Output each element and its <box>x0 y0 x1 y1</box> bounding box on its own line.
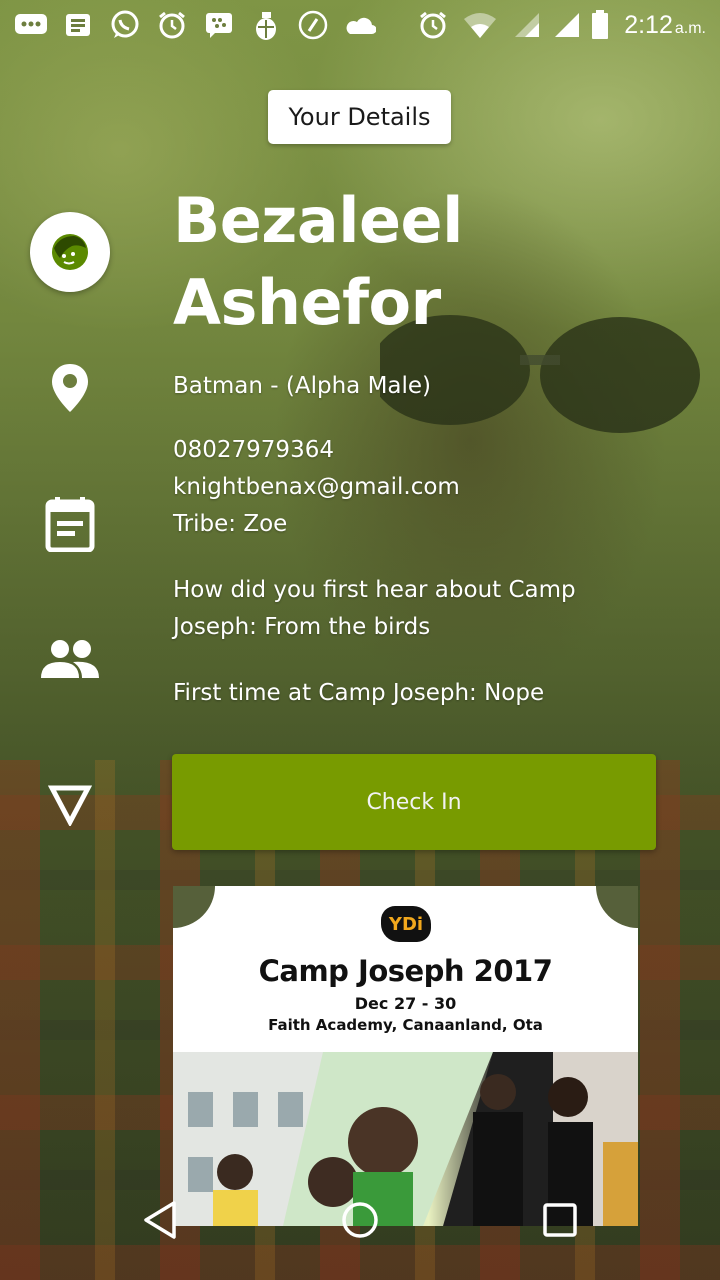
cloud-icon <box>343 10 377 40</box>
phone-text: 08027979364 <box>173 437 334 463</box>
wifi-icon <box>463 10 497 40</box>
ticket-venue: Faith Academy, Canaanland, Ota <box>268 1016 543 1034</box>
recents-icon <box>543 1203 577 1237</box>
alarm-icon <box>416 10 450 40</box>
check-in-button[interactable]: Check In <box>172 754 656 850</box>
rail-item-group[interactable] <box>30 638 110 680</box>
signal-icon <box>550 10 584 40</box>
location-pin-icon <box>52 364 88 412</box>
avatar-icon <box>52 234 88 270</box>
email-text: knightbenax@gmail.com <box>173 474 460 500</box>
battery-icon <box>590 10 610 40</box>
ticket-title: Camp Joseph 2017 <box>258 954 553 988</box>
clock: 2:12 a.m. <box>624 10 706 39</box>
ticket-dates: Dec 27 - 30 <box>354 994 457 1013</box>
rail-item-location[interactable] <box>30 362 110 414</box>
heard-about-text: How did you first hear about Camp Joseph… <box>173 577 576 640</box>
last-name: Ashefor <box>173 266 441 339</box>
first-time-text: First time at Camp Joseph: Nope <box>173 680 545 706</box>
rail-item-event[interactable] <box>30 496 110 552</box>
back-icon <box>144 1201 176 1239</box>
back-button[interactable] <box>140 1200 180 1240</box>
ticket-notch-left <box>173 886 215 928</box>
status-bar: 2:12 a.m. <box>0 0 720 50</box>
rail-item-more[interactable] <box>30 784 110 826</box>
people-icon <box>41 640 99 678</box>
profile-details: Bezaleel Ashefor Batman - (Alpha Male) 0… <box>173 180 673 712</box>
recents-button[interactable] <box>540 1200 580 1240</box>
ydi-logo: YDi <box>381 906 431 942</box>
bbm-icon <box>202 10 236 40</box>
first-name: Bezaleel <box>173 184 463 257</box>
rail-item-profile[interactable] <box>30 212 110 292</box>
news-icon <box>61 10 95 40</box>
ticket-notch-right <box>596 886 638 928</box>
event-ticket: YDi Camp Joseph 2017 Dec 27 - 30 Faith A… <box>173 886 638 1226</box>
avatar[interactable] <box>30 212 110 292</box>
alarm-icon <box>155 10 189 40</box>
home-button[interactable] <box>340 1200 380 1240</box>
music-icon <box>296 10 330 40</box>
whatsapp-icon <box>108 10 142 40</box>
system-nav-bar <box>0 1184 720 1280</box>
signal-icon <box>510 10 544 40</box>
home-icon <box>342 1202 378 1238</box>
triangle-down-icon <box>48 785 92 826</box>
alias-text: Batman - (Alpha Male) <box>173 373 432 399</box>
your-details-header: Your Details <box>268 90 451 144</box>
messages-icon <box>14 10 48 40</box>
event-note-icon <box>45 497 95 552</box>
grenade-icon <box>249 10 283 40</box>
tribe-text: Tribe: Zoe <box>173 511 288 537</box>
